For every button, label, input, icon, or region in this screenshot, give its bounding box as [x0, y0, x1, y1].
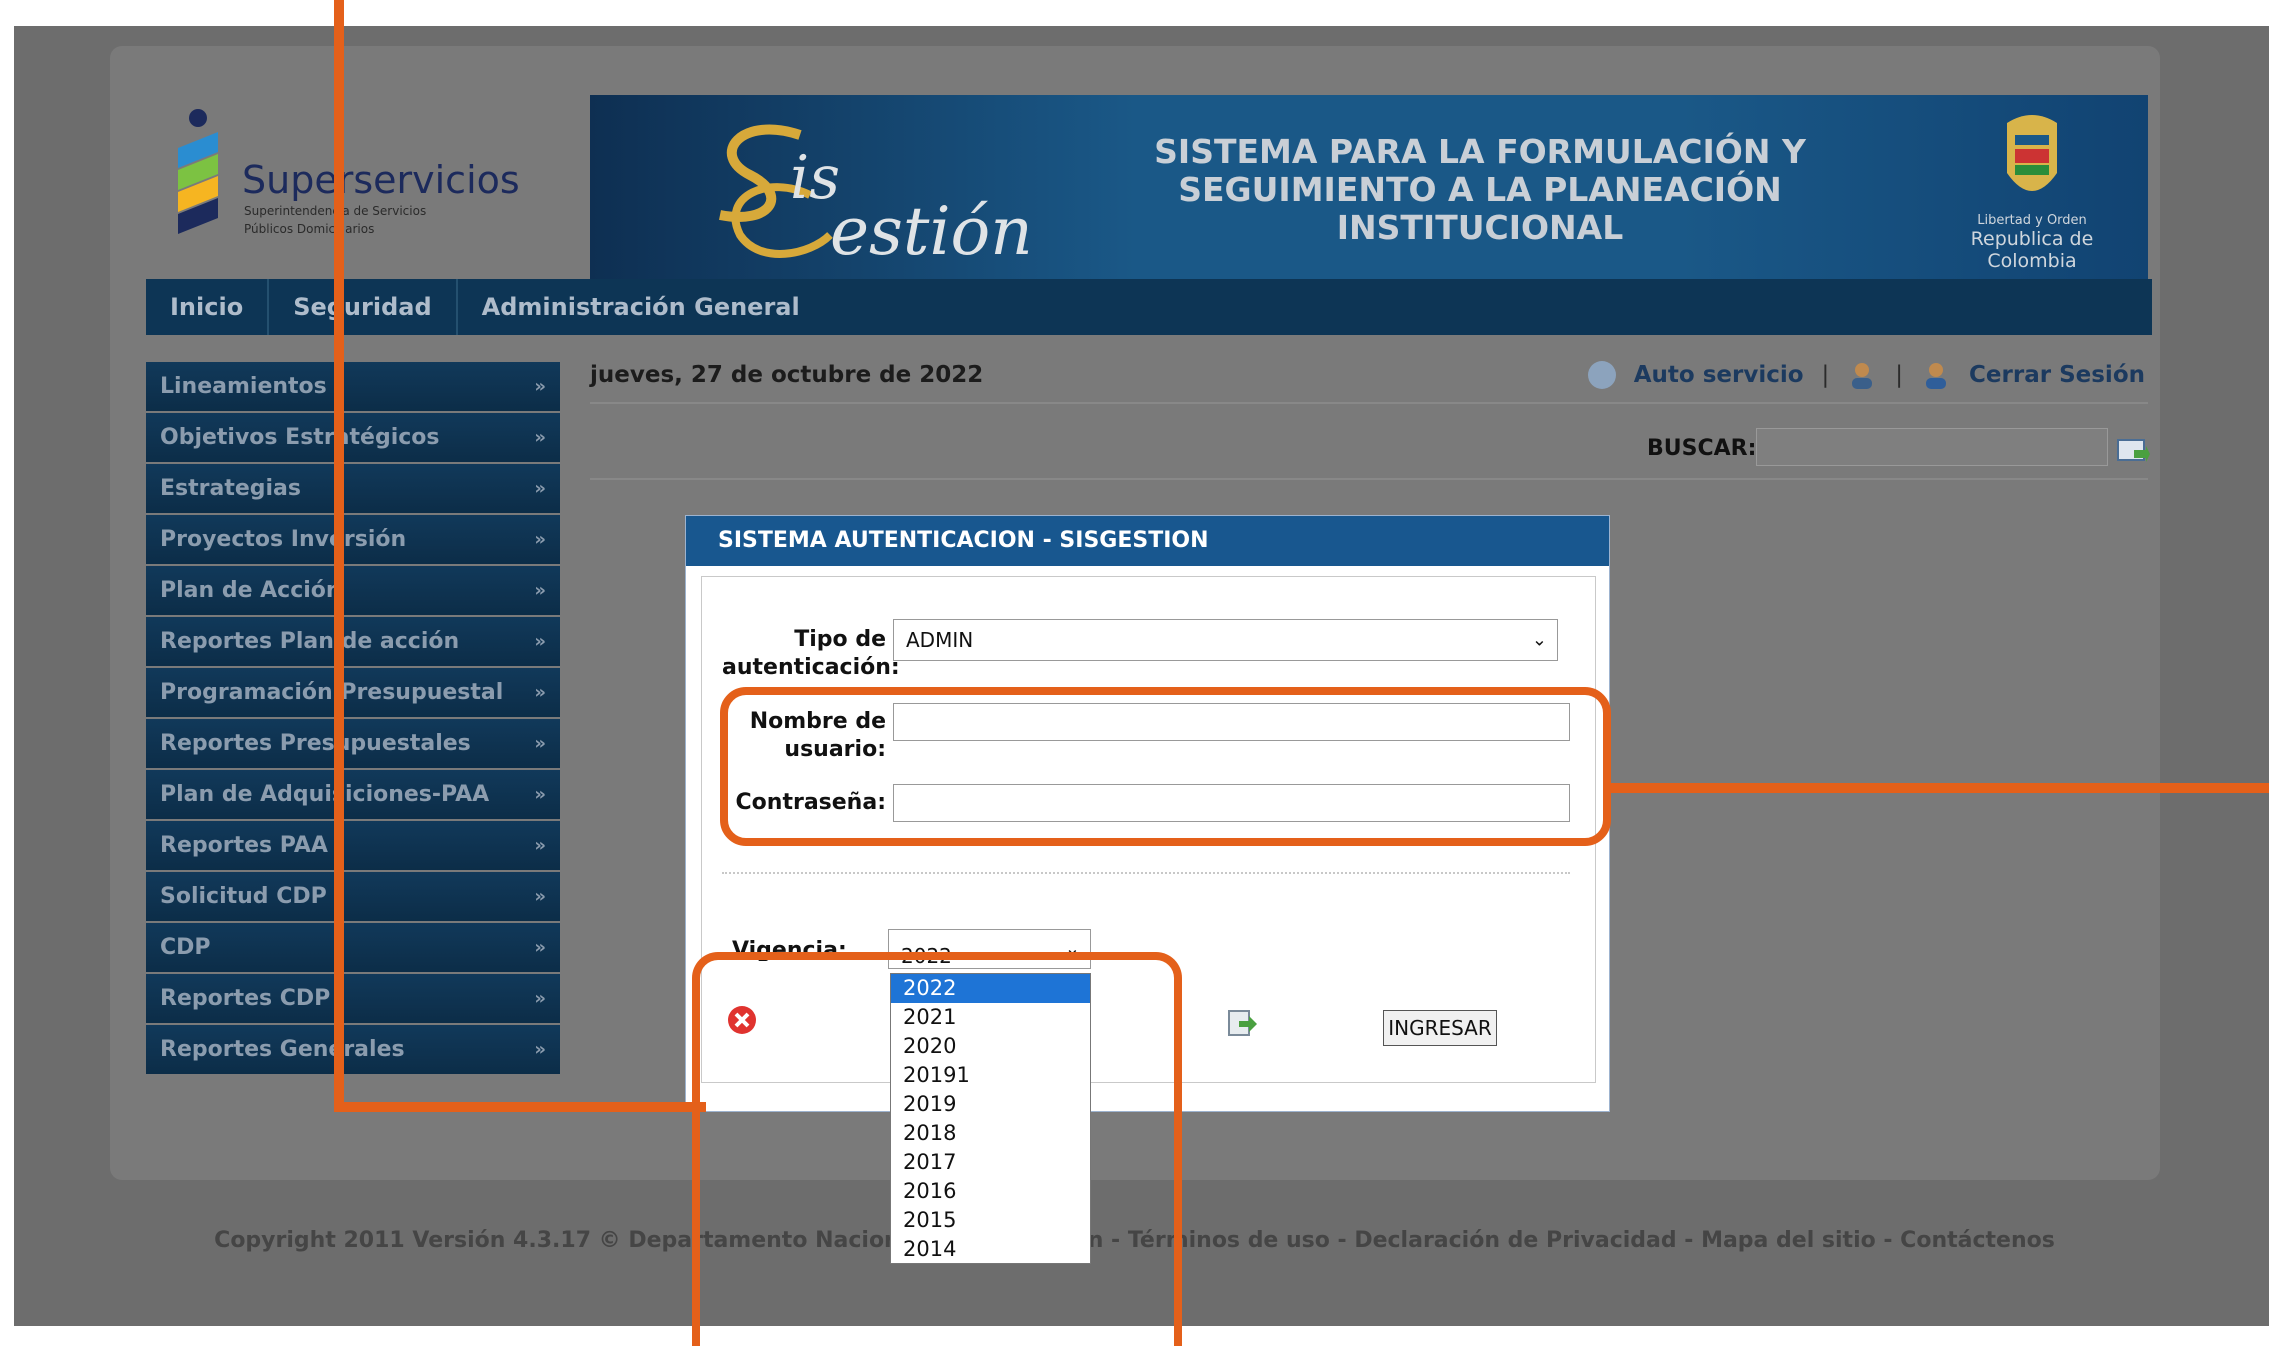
sidebar-item-objetivos[interactable]: Objetivos Estratégicos » [146, 413, 560, 462]
sidebar-item-label: Reportes Generales [160, 1037, 405, 1062]
sidebar-item-label: Reportes PAA [160, 833, 328, 858]
nav-item-seguridad[interactable]: Seguridad [269, 279, 458, 335]
sidebar-item-label: Reportes Presupuestales [160, 731, 471, 756]
sidebar-item-label: Reportes Plan de acción [160, 629, 460, 654]
login-go-icon[interactable] [1227, 1008, 1257, 1038]
sidebar-item-label: Reportes CDP [160, 986, 331, 1011]
logo-brand-text: Superservicios [242, 158, 520, 202]
sidebar-item-reportes-cdp[interactable]: Reportes CDP » [146, 974, 560, 1023]
sidebar-item-label: Solicitud CDP [160, 884, 327, 909]
nav-item-administracion[interactable]: Administración General [458, 279, 824, 335]
sidebar-item-estrategias[interactable]: Estrategias » [146, 464, 560, 513]
sidebar-item-reportes-paa[interactable]: Reportes PAA » [146, 821, 560, 870]
chevron-down-icon: » [534, 427, 546, 448]
crest-country: Republica de Colombia [1970, 228, 2094, 272]
user-tools: Auto servicio | | Cerrar Sesión [1587, 360, 2145, 390]
annotation-line-right [1603, 783, 2269, 793]
coat-of-arms-icon [2007, 115, 2057, 191]
annotation-line-vertical [334, 0, 344, 1112]
sidebar-item-proyectos[interactable]: Proyectos Inversión » [146, 515, 560, 564]
sidebar-item-label: Estrategias [160, 476, 302, 501]
sisgestion-logo: is estión [680, 115, 1033, 270]
chevron-down-icon: » [534, 886, 546, 907]
chevron-down-icon: » [534, 784, 546, 805]
cerrar-sesion-link[interactable]: Cerrar Sesión [1969, 362, 2145, 388]
nav-item-inicio[interactable]: Inicio [146, 279, 270, 335]
search-go-icon[interactable] [2116, 436, 2150, 466]
tipo-label-line2: autenticación: [722, 655, 900, 680]
superservicios-logo[interactable]: Superservicios Superintendencia de Servi… [170, 108, 590, 268]
sidebar-item-reportes-generales[interactable]: Reportes Generales » [146, 1025, 560, 1074]
superservicios-logo-icon [178, 109, 218, 234]
chevron-down-icon: » [534, 376, 546, 397]
auto-servicio-link[interactable]: Auto servicio [1634, 362, 1804, 388]
sidebar-item-cdp[interactable]: CDP » [146, 923, 560, 972]
tipo-autenticacion-select[interactable]: ADMIN ⌄ [893, 619, 1558, 661]
annotation-line-horizontal [334, 1102, 706, 1112]
chevron-down-icon: » [534, 937, 546, 958]
buscar-label: BUSCAR: [1647, 436, 1757, 461]
sidebar-item-label: CDP [160, 935, 211, 960]
separator: | [1895, 362, 1904, 388]
current-date: jueves, 27 de octubre de 2022 [590, 362, 984, 388]
chevron-down-icon: » [534, 682, 546, 703]
chevron-down-icon: » [534, 835, 546, 856]
banner-title: SISTEMA PARA LA FORMULACIÓN Y SEGUIMIENT… [1154, 132, 1806, 247]
separator: | [1821, 362, 1830, 388]
sidebar-item-label: Plan de Adquisiciones-PAA [160, 782, 490, 807]
sidebar-item-programacion[interactable]: Programación Presupuestal » [146, 668, 560, 717]
sidebar-item-plan-adquisiciones[interactable]: Plan de Adquisiciones-PAA » [146, 770, 560, 819]
tipo-value: ADMIN [906, 628, 974, 652]
sidebar-item-label: Plan de Acción [160, 578, 342, 603]
tipo-label-line1: Tipo de [794, 627, 886, 652]
search-divider [590, 478, 2148, 480]
help-icon[interactable] [1587, 361, 1616, 389]
sidebar-item-reportes-presupuestales[interactable]: Reportes Presupuestales » [146, 719, 560, 768]
chevron-down-icon: » [534, 580, 546, 601]
sidebar: Lineamientos » Objetivos Estratégicos » Es… [146, 362, 560, 1076]
logo-subtitle-2: Públicos Domiciliarios [244, 222, 375, 236]
modal-title: SISTEMA AUTENTICACION - SISGESTION [686, 516, 1609, 566]
sidebar-item-label: Lineamientos [160, 374, 327, 399]
chevron-down-icon: » [534, 1039, 546, 1060]
chevron-down-icon: » [534, 529, 546, 550]
chevron-down-icon: » [534, 988, 546, 1009]
chevron-down-icon: ⌄ [1531, 629, 1547, 651]
tipo-label: Tipo de autenticación: [722, 626, 900, 682]
sidebar-item-solicitud-cdp[interactable]: Solicitud CDP » [146, 872, 560, 921]
gestion-word: estión [830, 193, 1033, 270]
sidebar-item-label: Proyectos Inversión [160, 527, 407, 552]
sidebar-item-label: Objetivos Estratégicos [160, 425, 440, 450]
sidebar-item-lineamientos[interactable]: Lineamientos » [146, 362, 560, 411]
annotation-box-credentials [720, 687, 1611, 846]
sisgestion-banner: is estión SISTEMA PARA LA FORMULACIÓN Y … [590, 95, 2148, 279]
logout-user-icon[interactable] [1921, 360, 1951, 390]
ingresar-button[interactable]: INGRESAR [1383, 1010, 1497, 1046]
colombia-crest: Libertad y Orden Republica de Colombia [1962, 113, 2102, 272]
form-divider [722, 872, 1570, 874]
chevron-down-icon: » [534, 631, 546, 652]
sidebar-item-reportes-plan[interactable]: Reportes Plan de acción » [146, 617, 560, 666]
crest-motto: Libertad y Orden [1977, 213, 2087, 228]
chevron-down-icon: » [534, 733, 546, 754]
sidebar-item-plan-accion[interactable]: Plan de Acción » [146, 566, 560, 615]
annotation-box-vigencia [692, 952, 1182, 1346]
search-input[interactable] [1756, 428, 2108, 466]
main-navbar: Inicio Seguridad Administración General [146, 279, 2152, 335]
sidebar-item-label: Programación Presupuestal [160, 680, 504, 705]
chevron-down-icon: » [534, 478, 546, 499]
user-settings-icon[interactable] [1847, 360, 1877, 390]
header-divider [590, 402, 2148, 404]
